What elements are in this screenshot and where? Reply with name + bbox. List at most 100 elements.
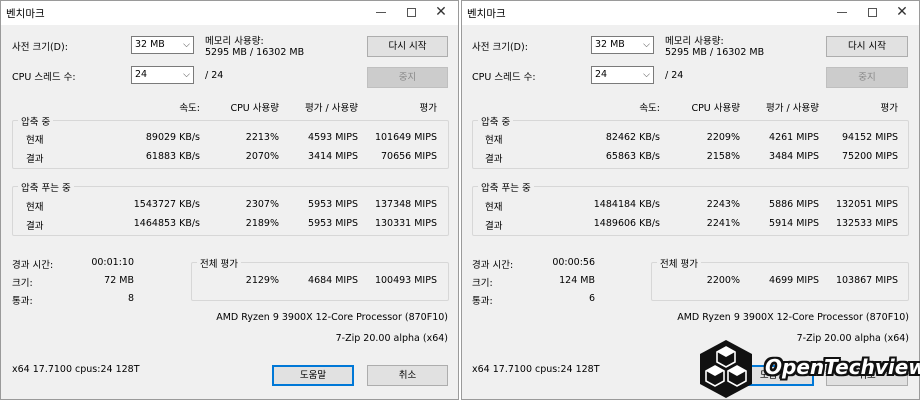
passes-value: 8	[127, 293, 134, 304]
memory-usage-label: 메모리 사용량:	[205, 36, 264, 47]
cancel-button[interactable]: 취소	[367, 365, 448, 386]
decompress-group-label: 압축 푸는 중	[18, 180, 74, 194]
elapsed-time-value: 00:00:56	[552, 257, 595, 268]
dict-size-label: 사전 크기(D):	[12, 42, 68, 53]
decompress-current-rating: 132051 MIPS	[835, 199, 898, 210]
maximize-icon	[406, 8, 416, 17]
help-button[interactable]: 도움말	[272, 365, 354, 386]
decompress-current-rating-usage: 5953 MIPS	[308, 199, 358, 210]
chevron-down-icon: ⌵	[643, 70, 650, 80]
compress-result-rating: 70656 MIPS	[381, 151, 437, 162]
compress-group-label: 압축 중	[478, 114, 514, 128]
header-cpu-usage: CPU 사용량	[691, 103, 740, 114]
compress-result-label: 결과	[485, 154, 503, 165]
total-cpu: 2200%	[706, 275, 740, 286]
restart-button[interactable]: 다시 시작	[367, 36, 448, 57]
decompress-current-rating: 137348 MIPS	[374, 199, 437, 210]
elapsed-time-label: 경과 시간:	[472, 260, 514, 271]
title-bar[interactable]: 벤치마크 ✕	[1, 1, 458, 25]
maximize-icon	[867, 8, 877, 17]
compress-result-cpu: 2158%	[706, 151, 740, 162]
compress-group-label: 압축 중	[18, 114, 54, 128]
header-rating-usage: 평가 / 사용량	[766, 103, 819, 114]
total-rating: 100493 MIPS	[374, 275, 437, 286]
compress-result-rating: 75200 MIPS	[842, 151, 898, 162]
close-button[interactable]: ✕	[887, 3, 917, 23]
compress-current-rating-usage: 4261 MIPS	[769, 132, 819, 143]
title-bar[interactable]: 벤치마크 ✕	[462, 1, 919, 25]
minimize-icon	[837, 12, 847, 13]
compress-current-speed: 82462 KB/s	[605, 132, 660, 143]
cpu-name: AMD Ryzen 9 3900X 12-Core Processor (870…	[677, 312, 909, 323]
decompress-result-cpu: 2189%	[245, 218, 279, 229]
decompress-result-rating-usage: 5914 MIPS	[769, 218, 819, 229]
total-cpu: 2129%	[245, 275, 279, 286]
compress-result-rating-usage: 3414 MIPS	[308, 151, 358, 162]
chevron-down-icon: ⌵	[643, 40, 650, 50]
header-rating: 평가	[880, 103, 898, 114]
passes-label: 통과:	[472, 296, 493, 307]
dict-size-label: 사전 크기(D):	[472, 42, 528, 53]
restart-button[interactable]: 다시 시작	[826, 36, 908, 57]
chevron-down-icon: ⌵	[183, 40, 190, 50]
minimize-button[interactable]	[827, 3, 857, 23]
compress-current-cpu: 2213%	[245, 132, 279, 143]
decompress-current-label: 현재	[485, 202, 503, 213]
cpu-threads-label: CPU 스레드 수:	[12, 72, 76, 83]
total-rating-label: 전체 평가	[657, 256, 701, 270]
cpu-threads-total: / 24	[205, 70, 224, 81]
decompress-result-rating: 132533 MIPS	[835, 218, 898, 229]
cpu-threads-select[interactable]: 24 ⌵	[131, 66, 194, 84]
compress-current-label: 현재	[485, 135, 503, 146]
minimize-icon	[376, 12, 386, 13]
compress-result-rating-usage: 3484 MIPS	[769, 151, 819, 162]
header-rating: 평가	[419, 103, 437, 114]
cpu-threads-value: 24	[135, 69, 148, 80]
dict-size-select[interactable]: 32 MB ⌵	[591, 36, 654, 54]
cpu-name: AMD Ryzen 9 3900X 12-Core Processor (870…	[216, 312, 448, 323]
decompress-result-cpu: 2241%	[706, 218, 740, 229]
cpu-threads-label: CPU 스레드 수:	[472, 72, 536, 83]
dict-size-select[interactable]: 32 MB ⌵	[131, 36, 194, 54]
minimize-button[interactable]	[366, 3, 396, 23]
decompress-result-label: 결과	[26, 221, 44, 232]
cpu-threads-select[interactable]: 24 ⌵	[591, 66, 654, 84]
stop-button[interactable]: 중지	[826, 67, 908, 88]
dict-size-value: 32 MB	[595, 39, 625, 50]
maximize-button[interactable]	[396, 3, 426, 23]
close-button[interactable]: ✕	[426, 3, 456, 23]
size-value: 72 MB	[104, 275, 134, 286]
total-rating-usage: 4684 MIPS	[308, 275, 358, 286]
cpu-threads-value: 24	[595, 69, 608, 80]
passes-label: 통과:	[12, 296, 33, 307]
decompress-result-speed: 1489606 KB/s	[593, 218, 660, 229]
size-label: 크기:	[12, 278, 33, 289]
system-info: x64 17.7100 cpus:24 128T	[472, 364, 600, 375]
decompress-current-cpu: 2243%	[706, 199, 740, 210]
memory-usage-value: 5295 MB / 16302 MB	[205, 47, 305, 58]
decompress-current-rating-usage: 5886 MIPS	[769, 199, 819, 210]
compress-current-speed: 89029 KB/s	[145, 132, 200, 143]
header-speed: 속도:	[179, 103, 200, 114]
decompress-current-speed: 1484184 KB/s	[593, 199, 660, 210]
passes-value: 6	[588, 293, 595, 304]
elapsed-time-value: 00:01:10	[91, 257, 134, 268]
compress-result-speed: 65863 KB/s	[605, 151, 660, 162]
maximize-button[interactable]	[857, 3, 887, 23]
decompress-current-speed: 1543727 KB/s	[133, 199, 200, 210]
window-title: 벤치마크	[6, 8, 45, 20]
decompress-group-label: 압축 푸는 중	[478, 180, 534, 194]
total-rating-label: 전체 평가	[197, 256, 241, 270]
total-rating-usage: 4699 MIPS	[769, 275, 819, 286]
header-rating-usage: 평가 / 사용량	[305, 103, 358, 114]
memory-usage-value: 5295 MB / 16302 MB	[665, 47, 765, 58]
compress-result-cpu: 2070%	[245, 151, 279, 162]
decompress-result-speed: 1464853 KB/s	[133, 218, 200, 229]
stop-button[interactable]: 중지	[367, 67, 448, 88]
compress-result-speed: 61883 KB/s	[145, 151, 200, 162]
header-speed: 속도:	[639, 103, 660, 114]
compress-current-rating: 101649 MIPS	[374, 132, 437, 143]
header-cpu-usage: CPU 사용량	[230, 103, 279, 114]
benchmark-window-left: 벤치마크 ✕ 사전 크기(D): 32 MB ⌵ 메모리 사용량: 5295 M…	[0, 0, 459, 400]
zip-version: 7-Zip 20.00 alpha (x64)	[335, 333, 448, 344]
